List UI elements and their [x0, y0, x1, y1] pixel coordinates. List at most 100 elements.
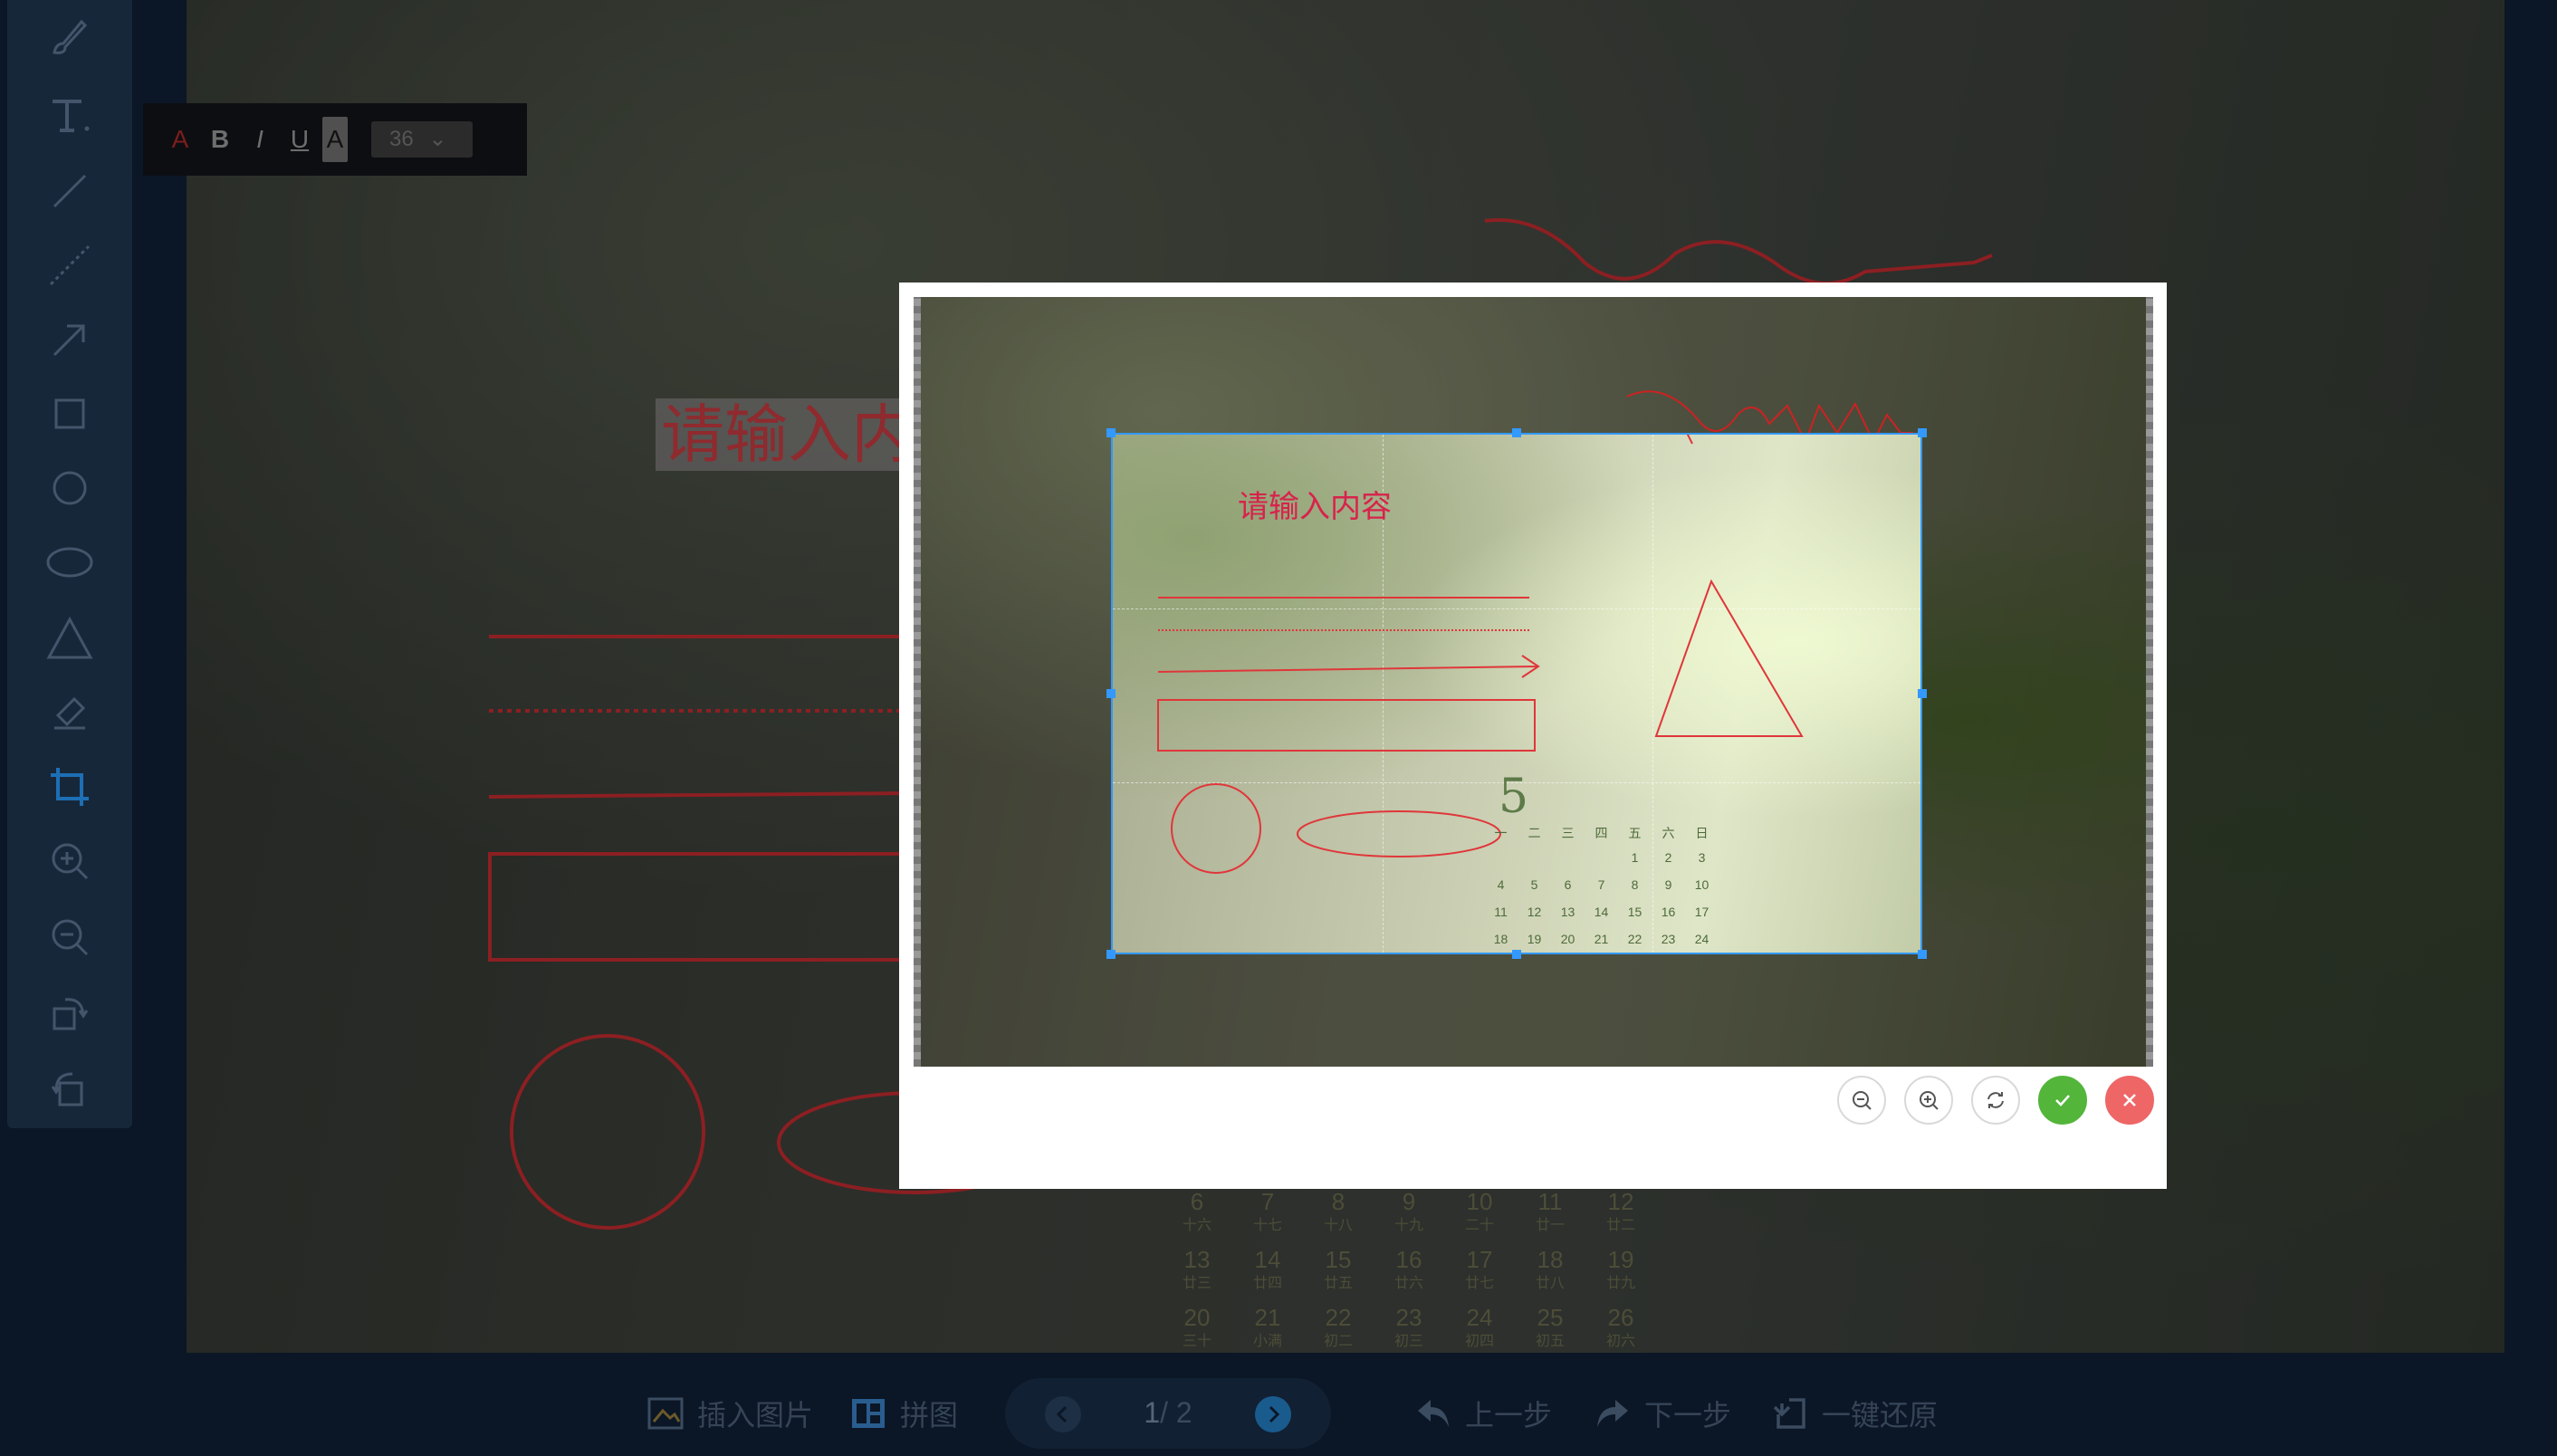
crop-image-area[interactable]: 请输入内容 5 一二三四五六日 1 2 3 4 5 6 7 8 9 10 11 12 13 14 15 16 17…: [914, 297, 2153, 1067]
arrow-tool[interactable]: [7, 308, 132, 371]
bg-calendar-day: 22: [1326, 1304, 1352, 1331]
bg-calendar-day: 6: [1191, 1188, 1203, 1215]
crop-handle-sw[interactable]: [1106, 950, 1116, 959]
font-size-select[interactable]: 36 ⌄: [371, 121, 473, 158]
bg-calendar-lunar: 小满: [1253, 1333, 1282, 1349]
insert-image-button[interactable]: 插入图片: [646, 1389, 813, 1438]
eraser-tool[interactable]: [7, 679, 132, 742]
calendar-weekday: 三: [1561, 826, 1575, 840]
brush-icon: [53, 19, 88, 54]
bg-calendar-lunar: 三十: [1183, 1333, 1211, 1349]
triangle-tool[interactable]: [7, 607, 132, 670]
font-color-button[interactable]: A: [163, 117, 197, 162]
arrow-icon: [53, 324, 85, 357]
crop-reset-button[interactable]: [1971, 1076, 2020, 1125]
highlight-button[interactable]: A: [322, 117, 348, 162]
calendar-day: 20: [1560, 932, 1575, 946]
text-tool[interactable]: [7, 83, 132, 147]
line-tool[interactable]: [7, 159, 132, 223]
insert-image-label: 插入图片: [697, 1399, 814, 1432]
bg-calendar-day: 7: [1261, 1188, 1274, 1215]
crop-tool[interactable]: [7, 755, 132, 819]
calendar-day: 3: [1698, 850, 1706, 865]
bg-calendar-lunar: 廿九: [1606, 1275, 1635, 1291]
crop-handle-se[interactable]: [1918, 950, 1927, 959]
crop-zoom-in-button[interactable]: [1904, 1076, 1953, 1125]
calendar-month: 5: [1499, 770, 1529, 824]
close-icon: [2123, 1094, 2136, 1106]
zoom-out-icon: [1853, 1091, 1872, 1110]
rotate-left-icon: [53, 998, 89, 1030]
crop-handle-n[interactable]: [1512, 428, 1521, 437]
bg-calendar-lunar: 十六: [1183, 1217, 1211, 1233]
crop-handle-w[interactable]: [1106, 689, 1116, 698]
calendar-day: 12: [1527, 905, 1542, 919]
bg-calendar-lunar: 廿四: [1253, 1275, 1282, 1291]
crop-icon: [51, 768, 89, 806]
bg-calendar-lunar: 十八: [1324, 1217, 1353, 1233]
bg-calendar-day: 21: [1255, 1304, 1281, 1331]
calendar-day: [1551, 846, 1585, 869]
circle-tool[interactable]: [7, 456, 132, 520]
calendar-weekday: 一: [1494, 826, 1508, 840]
bg-calendar-lunar: 十九: [1394, 1217, 1423, 1233]
bg-calendar-lunar: 廿三: [1183, 1275, 1211, 1291]
chevron-right-icon: [1269, 1405, 1280, 1423]
bg-calendar-day: 26: [1608, 1304, 1634, 1331]
zoom-out-tool[interactable]: [7, 905, 132, 969]
undo-label: 上一步: [1465, 1399, 1553, 1432]
calendar-day: 15: [1627, 905, 1642, 919]
calendar-day: 23: [1661, 932, 1676, 946]
crop-zoom-out-button[interactable]: [1837, 1076, 1886, 1125]
crop-dialog: 请输入内容 5 一二三四五六日 1 2 3 4 5 6 7 8 9 10 11 12 13 14 15 16 17…: [899, 283, 2167, 1189]
rectangle-tool[interactable]: [7, 382, 132, 445]
eraser-icon: [54, 696, 86, 730]
brush-tool[interactable]: [7, 5, 132, 69]
bg-calendar-lunar: 廿七: [1465, 1275, 1494, 1291]
undo-button[interactable]: 上一步: [1414, 1389, 1552, 1438]
bg-calendar-day: 25: [1537, 1304, 1564, 1331]
calendar-day: 1: [1631, 850, 1639, 865]
redo-label: 下一步: [1644, 1399, 1732, 1432]
collage-button[interactable]: 拼图: [849, 1389, 958, 1438]
bg-rectangle: [488, 852, 908, 962]
zoom-in-tool[interactable]: [7, 829, 132, 893]
redo-icon: [1597, 1400, 1628, 1427]
bg-calendar-day: 17: [1467, 1246, 1493, 1273]
crop-confirm-button[interactable]: [2038, 1076, 2087, 1125]
crop-handle-ne[interactable]: [1918, 428, 1927, 437]
rotate-right-tool[interactable]: [7, 1056, 132, 1119]
underline-button[interactable]: U: [283, 117, 317, 162]
dashed-line-tool[interactable]: [7, 234, 132, 297]
calendar-weekday: 二: [1527, 826, 1541, 840]
bg-calendar-day: 8: [1332, 1188, 1345, 1215]
crop-selection-box[interactable]: 请输入内容 5 一二三四五六日 1 2 3 4 5 6 7 8 9 10 11 12 13 14 15 16 17…: [1111, 433, 1922, 954]
calendar-weekday: 日: [1695, 826, 1709, 840]
crop-cancel-button[interactable]: [2105, 1076, 2154, 1125]
chevron-down-icon: ⌄: [428, 127, 447, 151]
ellipse-tool[interactable]: [7, 531, 132, 594]
calendar-day: 8: [1631, 877, 1639, 892]
collage-icon: [852, 1399, 885, 1428]
calendar-day: 21: [1594, 932, 1609, 946]
crop-text-box: 请输入内容: [1238, 490, 1392, 524]
bg-calendar-lunar: 初五: [1536, 1333, 1565, 1349]
bg-calendar-day: 13: [1184, 1246, 1211, 1273]
crop-handle-s[interactable]: [1512, 950, 1521, 959]
rotate-right-icon: [51, 1072, 83, 1106]
crop-handle-nw[interactable]: [1106, 428, 1116, 437]
crop-handle-e[interactable]: [1918, 689, 1927, 698]
next-page-button[interactable]: [1255, 1396, 1291, 1432]
bg-calendar-lunar: 廿六: [1394, 1275, 1423, 1291]
italic-button[interactable]: I: [243, 117, 277, 162]
calendar-day: 14: [1594, 905, 1609, 919]
calendar-day: [1484, 846, 1518, 869]
text-format-bar: A B I U A 36 ⌄: [143, 103, 527, 176]
redo-button[interactable]: 下一步: [1594, 1389, 1731, 1438]
rotate-left-tool[interactable]: [7, 982, 132, 1045]
calendar-grid: 一二三四五六日 1 2 3 4 5 6 7 8 9 10 11 12 13 14 15 16 17 18 19 20 21…: [1484, 824, 1719, 953]
bold-button[interactable]: B: [203, 117, 237, 162]
font-size-value: 36: [389, 127, 414, 151]
restore-all-button[interactable]: 一键还原: [1771, 1389, 1938, 1438]
calendar-weekday: 六: [1662, 826, 1675, 840]
